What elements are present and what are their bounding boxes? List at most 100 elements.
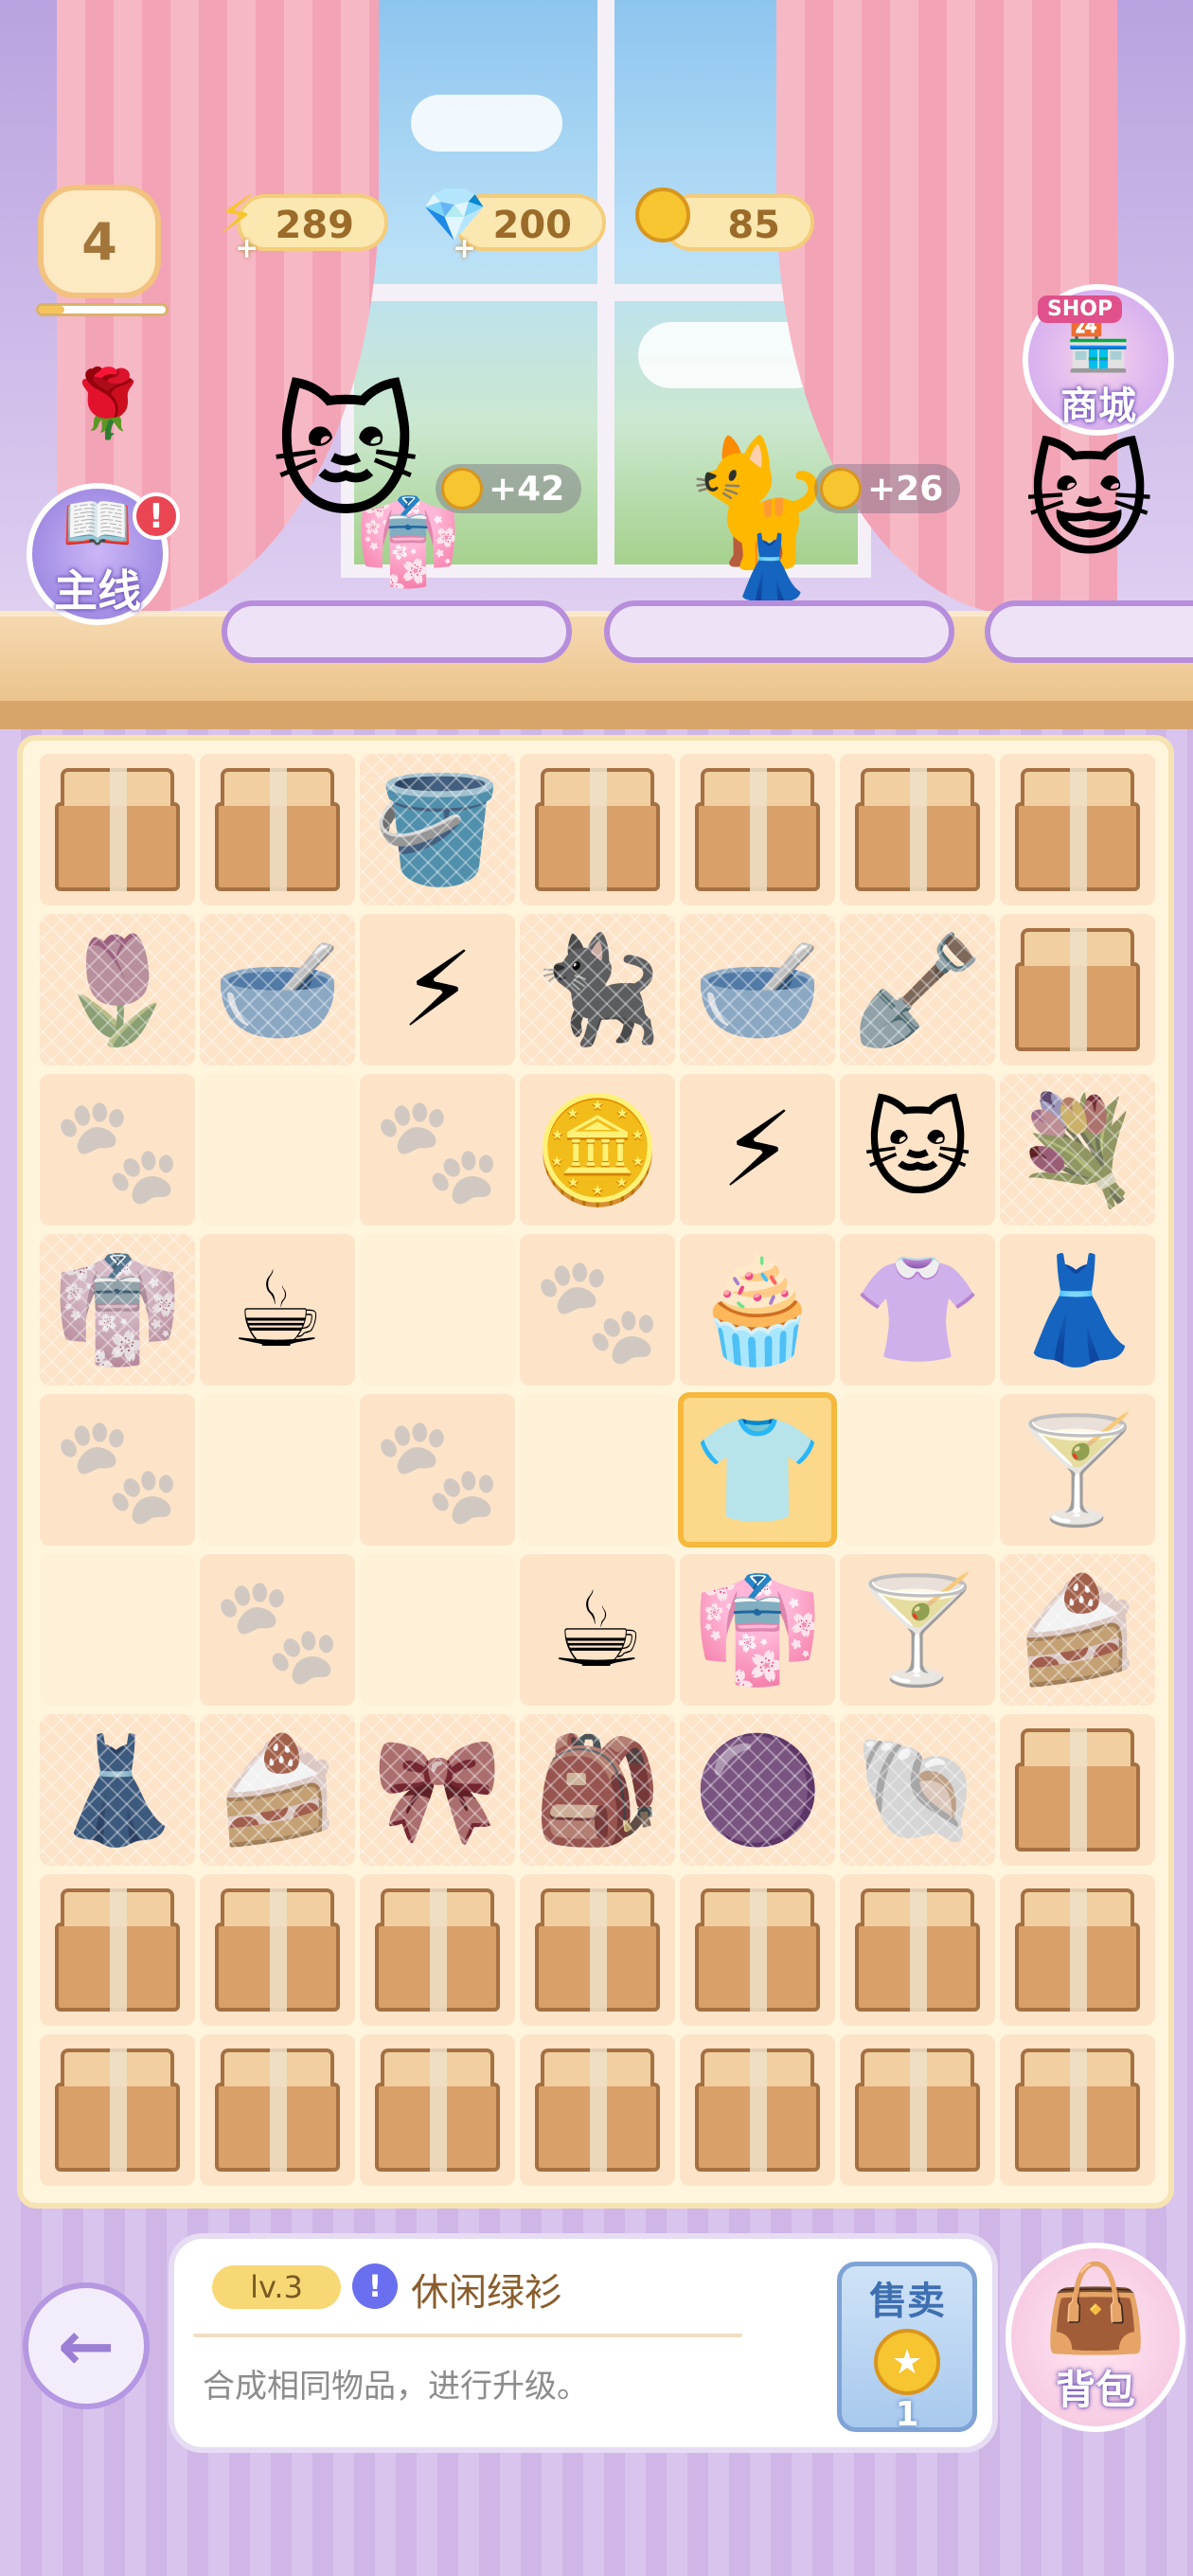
merge-board: 🪣 🌷 🥣 ⚡ 🐈‍⬛ 🥣 🪏 🐾 🐾 🪙 ⚡ 🐱 💐 👘 ☕ 🐾 🧁 👚 👗 🐾 🐾 👕 🍸 🐾 ☕ 👘 🍸 🍰 👗 🍰 🎀 🎒 🟣 🐚 [17,735,1174,2209]
cardboard-box-icon [531,768,664,891]
board-cell-selected[interactable]: 👕 [678,1392,837,1547]
board-cell-locked[interactable]: 🐾 [360,1394,515,1546]
board-cell-item[interactable]: ☕ [520,1554,675,1706]
board-cell-item[interactable]: 👗 [40,1714,195,1866]
board-cell-item[interactable]: 👗 [1000,1234,1155,1386]
board-cell-locked[interactable]: 🐾 [360,1074,515,1225]
board-cell-empty[interactable] [200,1394,355,1546]
board-cell-item[interactable]: ⚡ [360,914,515,1065]
board-cell-item[interactable]: 🥣 [680,914,835,1065]
board-cell-item[interactable]: 🍸 [1000,1394,1155,1546]
coin-counter[interactable]: 85 [635,188,814,251]
board-cell-item[interactable]: 🍸 [840,1554,995,1706]
board-cell-item[interactable]: 👚 [840,1234,995,1386]
board-cell-box[interactable] [520,2034,675,2186]
bowl-icon: 🥣 [212,928,343,1050]
board-cell-item[interactable]: 🎒 [520,1714,675,1866]
quest-label: 主线 [54,564,141,617]
cardboard-box-icon [1011,1728,1144,1852]
energy-counter[interactable]: ⚡ + 289 [218,185,388,265]
info-icon[interactable]: ! [352,2263,398,2309]
bag-label: 背包 [1055,2367,1135,2413]
board-cell-item[interactable]: 👘 [680,1554,835,1706]
board-cell-item[interactable]: 🪙 [520,1074,675,1225]
board-cell-locked[interactable]: 🐾 [200,1554,355,1706]
board-cell-item[interactable]: 🪣 [360,754,515,905]
board-cell-box[interactable] [680,1874,835,2026]
board-cell-item[interactable]: 🪏 [840,914,995,1065]
board-cell-box[interactable] [1000,1874,1155,2026]
customer-order-slot-3[interactable] [985,600,1193,663]
board-cell-box[interactable] [680,754,835,905]
board-cell-box[interactable] [200,754,355,905]
board-cell-locked[interactable]: 🐾 [520,1234,675,1386]
board-cell-item[interactable]: 🥣 [200,914,355,1065]
board-cell-item[interactable]: 💐 [1000,1074,1155,1225]
board-cell-item[interactable]: 🐈‍⬛ [520,914,675,1065]
board-cell-empty[interactable] [520,1394,675,1546]
board-cell-empty[interactable] [840,1394,995,1546]
ribbon-icon: 🎀 [372,1728,503,1851]
backpack-button[interactable]: 👜 背包 [1006,2243,1185,2432]
board-cell-box[interactable] [40,1874,195,2026]
board-cell-item[interactable]: ☕ [200,1234,355,1386]
cardboard-box-icon [691,1888,824,2012]
teal-bowl-icon: 🥣 [692,928,823,1050]
counter-edge [0,701,1193,729]
customer-order-slot-2[interactable] [604,600,954,663]
board-cell-item[interactable]: 🐚 [840,1714,995,1866]
board-cell-item[interactable]: 🧁 [680,1234,835,1386]
reward-amount: +42 [489,469,565,509]
board-cell-box[interactable] [840,1874,995,2026]
board-cell-box[interactable] [520,754,675,905]
board-cell-box[interactable] [200,2034,355,2186]
cardboard-box-icon [851,2048,984,2172]
sell-button[interactable]: 售卖 ★ 1 [837,2262,977,2434]
board-cell-locked[interactable]: 🐾 [40,1074,195,1225]
reward-badge-2: +26 [814,464,961,513]
back-button[interactable]: ← [23,2282,150,2409]
reward-badge-1: +42 [436,464,582,513]
watering-can-icon: 🪣 [372,768,503,890]
board-cell-item[interactable]: 🍰 [1000,1554,1155,1706]
board-cell-item[interactable]: 👘 [40,1234,195,1386]
board-cell-box[interactable] [1000,914,1155,1065]
coin-icon: ★ [874,2329,940,2395]
board-cell-item[interactable]: 🍰 [200,1714,355,1866]
paw-icon: 🐾 [532,1248,663,1370]
player-level-badge[interactable]: 4 [38,185,161,298]
board-cell-box[interactable] [200,1874,355,2026]
board-cell-box[interactable] [1000,1714,1155,1866]
paw-icon: 🐾 [212,1568,343,1690]
robe-icon: 👘 [52,1248,183,1370]
board-cell-item[interactable]: 🐱 [840,1074,995,1225]
board-cell-box[interactable] [680,2034,835,2186]
reward-amount: +26 [867,469,944,509]
board-cell-item[interactable]: ⚡ [680,1074,835,1225]
board-cell-box[interactable] [360,1874,515,2026]
shop-button[interactable]: SHOP 🏪 商城 [1023,284,1174,436]
customer-order-slot-1[interactable] [222,600,572,663]
board-cell-item[interactable]: 🎀 [360,1714,515,1866]
coffee-cup-icon: ☕ [230,1249,325,1370]
board-cell-empty[interactable] [40,1554,195,1706]
board-cell-box[interactable] [1000,754,1155,905]
board-cell-item[interactable]: 🟣 [680,1714,835,1866]
board-cell-box[interactable] [40,754,195,905]
board-cell-item[interactable]: 🌷 [40,914,195,1065]
item-description: 合成相同物品，进行升级。 [203,2368,589,2406]
board-cell-box[interactable] [40,2034,195,2186]
cardboard-box-icon [371,1888,504,2012]
board-cell-locked[interactable]: 🐾 [40,1394,195,1546]
board-cell-box[interactable] [840,754,995,905]
board-cell-empty[interactable] [360,1234,515,1386]
board-cell-box[interactable] [1000,2034,1155,2186]
gem-counter[interactable]: 💎 + 200 [421,185,606,265]
board-cell-box[interactable] [520,1874,675,2026]
board-cell-empty[interactable] [200,1074,355,1225]
board-cell-empty[interactable] [360,1554,515,1706]
cardboard-box-icon [211,2048,344,2172]
sell-price: 1 [895,2395,919,2434]
board-cell-box[interactable] [840,2034,995,2186]
board-cell-box[interactable] [360,2034,515,2186]
